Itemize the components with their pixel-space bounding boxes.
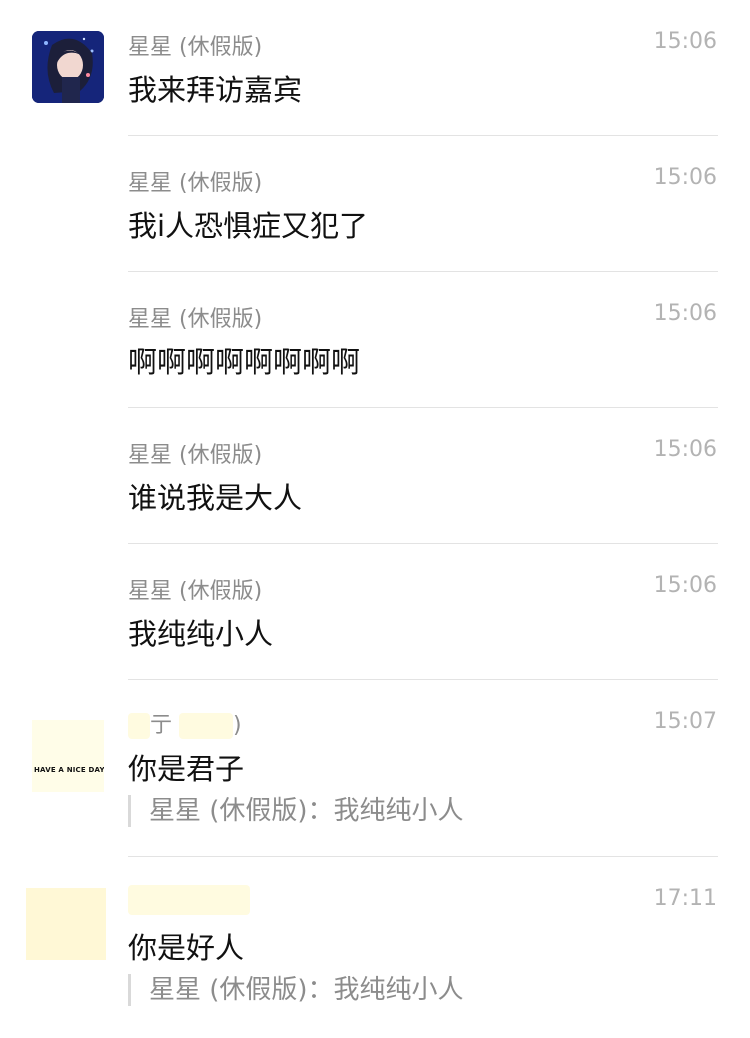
sender-name[interactable]: 星星 (休假版) xyxy=(128,29,262,61)
avatar[interactable] xyxy=(26,888,106,960)
chat-message[interactable]: 星星 (休假版) 15:06 我来拜访嘉宾 xyxy=(0,0,750,136)
message-text[interactable]: 啊啊啊啊啊啊啊啊 xyxy=(128,339,360,381)
sender-name[interactable]: 星星 (休假版) xyxy=(128,301,262,333)
message-text[interactable]: 我i人恐惧症又犯了 xyxy=(128,203,368,245)
avatar[interactable] xyxy=(32,31,104,103)
message-text[interactable]: 我来拜访嘉宾 xyxy=(128,67,302,109)
quoted-message[interactable]: 星星 (休假版)：我纯纯小人 xyxy=(128,974,464,1006)
divider xyxy=(128,856,718,857)
redacted-block xyxy=(128,885,250,915)
message-text[interactable]: 你是君子 xyxy=(128,746,244,788)
message-time: 15:07 xyxy=(653,709,717,734)
chat-message[interactable]: 星星 (休假版) 15:06 谁说我是大人 xyxy=(0,408,750,544)
sender-name[interactable]: 亍 ) xyxy=(128,707,242,739)
sender-name[interactable]: 星星 (休假版) xyxy=(128,573,262,605)
message-text[interactable]: 我纯纯小人 xyxy=(128,611,273,653)
message-time: 15:06 xyxy=(653,29,717,54)
redacted-block xyxy=(128,713,150,739)
sender-name-fragment: 亍 xyxy=(150,713,173,738)
sender-name[interactable]: 星星 (休假版) xyxy=(128,437,262,469)
redacted-block xyxy=(179,713,234,739)
message-text[interactable]: 谁说我是大人 xyxy=(128,475,302,517)
divider xyxy=(128,679,718,680)
chat-message-list: 星星 (休假版) 15:06 我来拜访嘉宾 星星 (休假版) 15:06 我i人… xyxy=(0,0,750,1038)
message-time: 15:06 xyxy=(653,301,717,326)
sender-name[interactable] xyxy=(128,885,250,915)
sender-name-fragment: ) xyxy=(233,713,242,738)
avatar[interactable]: HAVE A NICE DAY xyxy=(32,720,104,792)
message-time: 15:06 xyxy=(653,165,717,190)
message-time: 17:11 xyxy=(653,886,717,911)
message-time: 15:06 xyxy=(653,573,717,598)
chat-message[interactable]: 星星 (休假版) 15:06 我i人恐惧症又犯了 xyxy=(0,136,750,272)
message-time: 15:06 xyxy=(653,437,717,462)
chat-message[interactable]: 星星 (休假版) 15:06 啊啊啊啊啊啊啊啊 xyxy=(0,272,750,408)
message-text[interactable]: 你是好人 xyxy=(128,925,244,967)
avatar-caption: HAVE A NICE DAY xyxy=(34,766,104,774)
sender-name[interactable]: 星星 (休假版) xyxy=(128,165,262,197)
quoted-message[interactable]: 星星 (休假版)：我纯纯小人 xyxy=(128,795,464,827)
chat-message[interactable]: 星星 (休假版) 15:06 我纯纯小人 xyxy=(0,544,750,680)
anime-girl-avatar-icon xyxy=(32,31,104,103)
